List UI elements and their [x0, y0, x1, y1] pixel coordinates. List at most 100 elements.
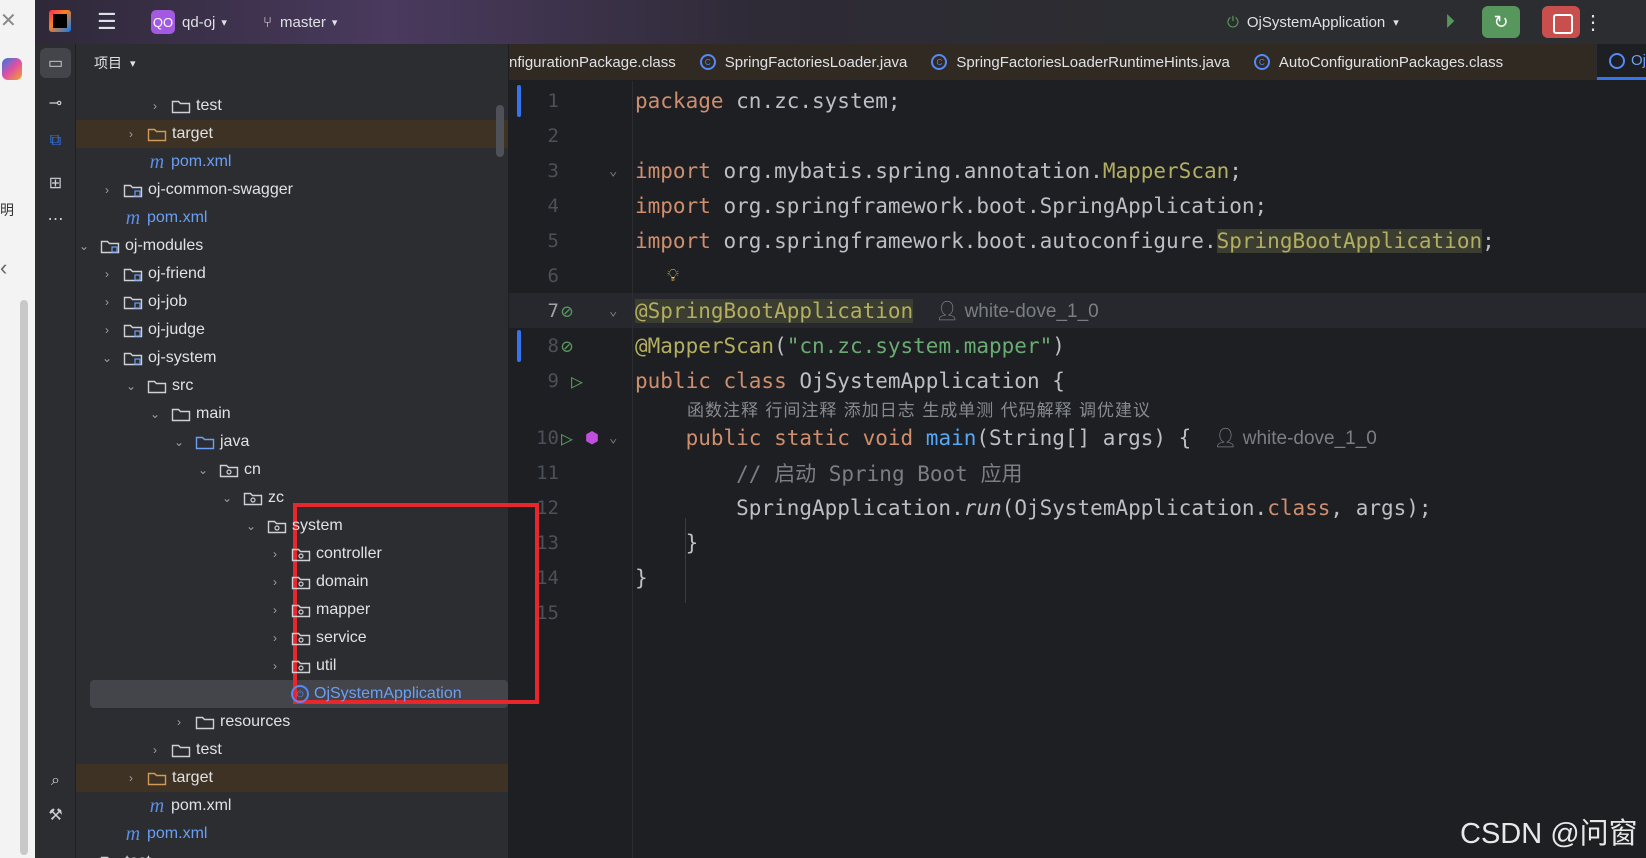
chevron-down-icon[interactable]: ⌄ [195, 463, 211, 477]
code-line[interactable]: 3 import org.mybatis.spring.annotation. Ma… [509, 153, 1646, 188]
chevron-right-icon[interactable]: › [267, 603, 283, 617]
tree-item[interactable]: ›test [76, 92, 508, 120]
class-icon: C [699, 54, 716, 70]
editor-tab[interactable]: C SpringFactoriesLoaderRuntimeHints.java [919, 44, 1241, 80]
chevron-right-icon[interactable]: › [267, 631, 283, 645]
code-line[interactable]: 1 package cn.zc.system; [509, 83, 1646, 118]
run-config-selector[interactable]: ⏻ OjSystemApplication ▾ [1227, 0, 1399, 44]
plugin-icon[interactable]: ⧉ [40, 126, 71, 156]
tree-item[interactable]: ⌄ src [76, 372, 508, 400]
tree-item[interactable]: ⌄ oj-system [76, 344, 508, 372]
project-tool-icon[interactable]: ▭ [40, 48, 71, 78]
code-line[interactable]: 6 💡︎ [509, 258, 1646, 293]
editor-tab[interactable]: C AutoConfigurationPackages.class [1242, 44, 1515, 80]
chevron-right-icon[interactable]: › [147, 99, 163, 113]
tree-item[interactable]: › target [76, 764, 508, 792]
run-icon[interactable]: ▷ [561, 426, 573, 450]
spring-bean-icon[interactable]: ⊘ [561, 299, 573, 323]
structure-icon[interactable]: ⊞ [40, 168, 71, 198]
back-chevron-icon[interactable]: ‹ [0, 255, 7, 281]
tree-item[interactable]: › resources [76, 708, 508, 736]
project-badge[interactable]: QO [151, 10, 175, 34]
chevron-down-icon[interactable]: ⌄ [99, 351, 115, 365]
chevron-right-icon[interactable]: › [99, 267, 115, 281]
close-icon[interactable]: ✕ [0, 8, 17, 33]
tree-scrollbar[interactable] [496, 105, 504, 157]
chevron-right-icon[interactable]: › [123, 771, 139, 785]
tree-item[interactable]: m pom.xml [76, 792, 508, 820]
copilot-icon[interactable] [2, 58, 22, 80]
chevron-right-icon[interactable]: › [99, 295, 115, 309]
chevron-right-icon[interactable]: › [99, 323, 115, 337]
fold-chevron-icon[interactable]: ⌄ [609, 430, 617, 446]
more-tools-icon[interactable]: ⋯ [40, 204, 71, 234]
tree-item[interactable]: › target [76, 120, 508, 148]
code-line[interactable]: 11 // 启动 Spring Boot 应用 [509, 455, 1646, 490]
resume-icon[interactable]: ⏵ [1445, 0, 1455, 44]
code-line[interactable]: 14} [509, 560, 1646, 595]
editor-tab[interactable]: C SpringFactoriesLoader.java [688, 44, 920, 80]
change-marker[interactable] [517, 330, 521, 362]
chevron-down-icon[interactable]: ⌄ [243, 519, 259, 533]
tree-item[interactable]: › oj-common-swagger [76, 176, 508, 204]
tree-item[interactable]: m pom.xml [76, 820, 508, 848]
tree-item[interactable]: › oj-judge [76, 316, 508, 344]
browser-scrollbar[interactable] [20, 300, 28, 855]
lightbulb-icon[interactable]: 💡︎ [667, 266, 679, 286]
code-line[interactable]: 10 public static void main (String[] args… [509, 420, 1646, 455]
project-selector[interactable]: qd-oj ▾ [182, 0, 227, 44]
fold-chevron-icon[interactable]: ⌄ [609, 163, 617, 179]
chevron-down-icon[interactable]: ⌄ [76, 239, 92, 253]
code-line[interactable]: 5 import org.springframework.boot.autocon… [509, 223, 1646, 258]
search-icon[interactable]: ⌕ [40, 766, 71, 796]
chevron-down-icon[interactable]: ⌄ [171, 435, 187, 449]
chevron-down-icon[interactable]: ⌄ [147, 407, 163, 421]
code-editor[interactable]: 1 package cn.zc.system; 2 3 import org.mybat… [509, 81, 1646, 858]
chevron-right-icon[interactable]: › [99, 183, 115, 197]
branch-selector[interactable]: ⑂ master ▾ [263, 0, 337, 44]
tree-item[interactable]: ⌄ cn [76, 456, 508, 484]
spring-scan-icon[interactable]: ⊘ [561, 334, 573, 358]
chevron-down-icon[interactable]: ⌄ [219, 491, 235, 505]
build-icon[interactable]: ⚒ [40, 800, 71, 830]
code-line[interactable]: 2 [509, 118, 1646, 153]
chevron-right-icon[interactable]: › [147, 743, 163, 757]
editor-tab[interactable]: nfigurationPackage.class [509, 44, 688, 80]
tree-item[interactable]: › oj-friend [76, 260, 508, 288]
code-line[interactable]: 7 @SpringBootApplication 👤︎ white-dove_1_0… [509, 293, 1646, 328]
chevron-right-icon[interactable]: › [267, 547, 283, 561]
more-options-icon[interactable]: ⋮ [1583, 0, 1603, 44]
main-menu-icon[interactable]: ☰ [97, 0, 117, 44]
rerun-debug-button[interactable]: ↻ [1482, 6, 1520, 38]
code-line[interactable]: 15 [509, 595, 1646, 630]
author-hint[interactable]: 👤︎ white-dove_1_0 [935, 299, 1099, 323]
tab-active[interactable]: OjSystemApplication.java [1597, 44, 1646, 80]
chevron-down-icon[interactable]: ⌄ [123, 379, 139, 393]
tree-item[interactable]: ⌄ oj-modules [76, 232, 508, 260]
tree-item[interactable]: m pom.xml [76, 148, 508, 176]
tree-item[interactable]: ⌄ java [76, 428, 508, 456]
stop-button[interactable] [1542, 6, 1580, 38]
project-panel-header[interactable]: 项目 ▾ [94, 44, 136, 82]
chevron-right-icon[interactable]: › [171, 715, 187, 729]
change-marker[interactable] [517, 85, 521, 117]
code-line[interactable]: 8 @MapperScan("cn.zc.system.mapper") ⊘ [509, 328, 1646, 363]
run-icon[interactable]: ▷ [571, 369, 583, 393]
ai-code-actions-inlay[interactable]: 函数注释 行间注释 添加日志 生成单测 代码解释 调优建议 [687, 396, 1151, 421]
tree-item[interactable]: ›test [76, 848, 508, 858]
author-hint[interactable]: 👤︎ white-dove_1_0 [1213, 426, 1377, 450]
code-line[interactable]: 13 } [509, 525, 1646, 560]
tree-item[interactable]: m pom.xml [76, 204, 508, 232]
code-line[interactable]: 9 public class OjSystemApplication {▷ [509, 363, 1646, 398]
tree-item[interactable]: ⌄ main [76, 400, 508, 428]
chevron-right-icon[interactable]: › [123, 127, 139, 141]
tree-item[interactable]: › oj-job [76, 288, 508, 316]
chevron-right-icon[interactable]: › [267, 659, 283, 673]
fold-chevron-icon[interactable]: ⌄ [609, 303, 617, 319]
commit-icon[interactable]: ⊸ [40, 88, 71, 118]
ai-assistant-icon[interactable]: ⬢ [585, 428, 599, 447]
code-line[interactable]: 12 SpringApplication. run (OjSystemApplica… [509, 490, 1646, 525]
tree-item[interactable]: ›test [76, 736, 508, 764]
code-line[interactable]: 4 import org.springframework.boot.SpringA… [509, 188, 1646, 223]
chevron-right-icon[interactable]: › [267, 575, 283, 589]
